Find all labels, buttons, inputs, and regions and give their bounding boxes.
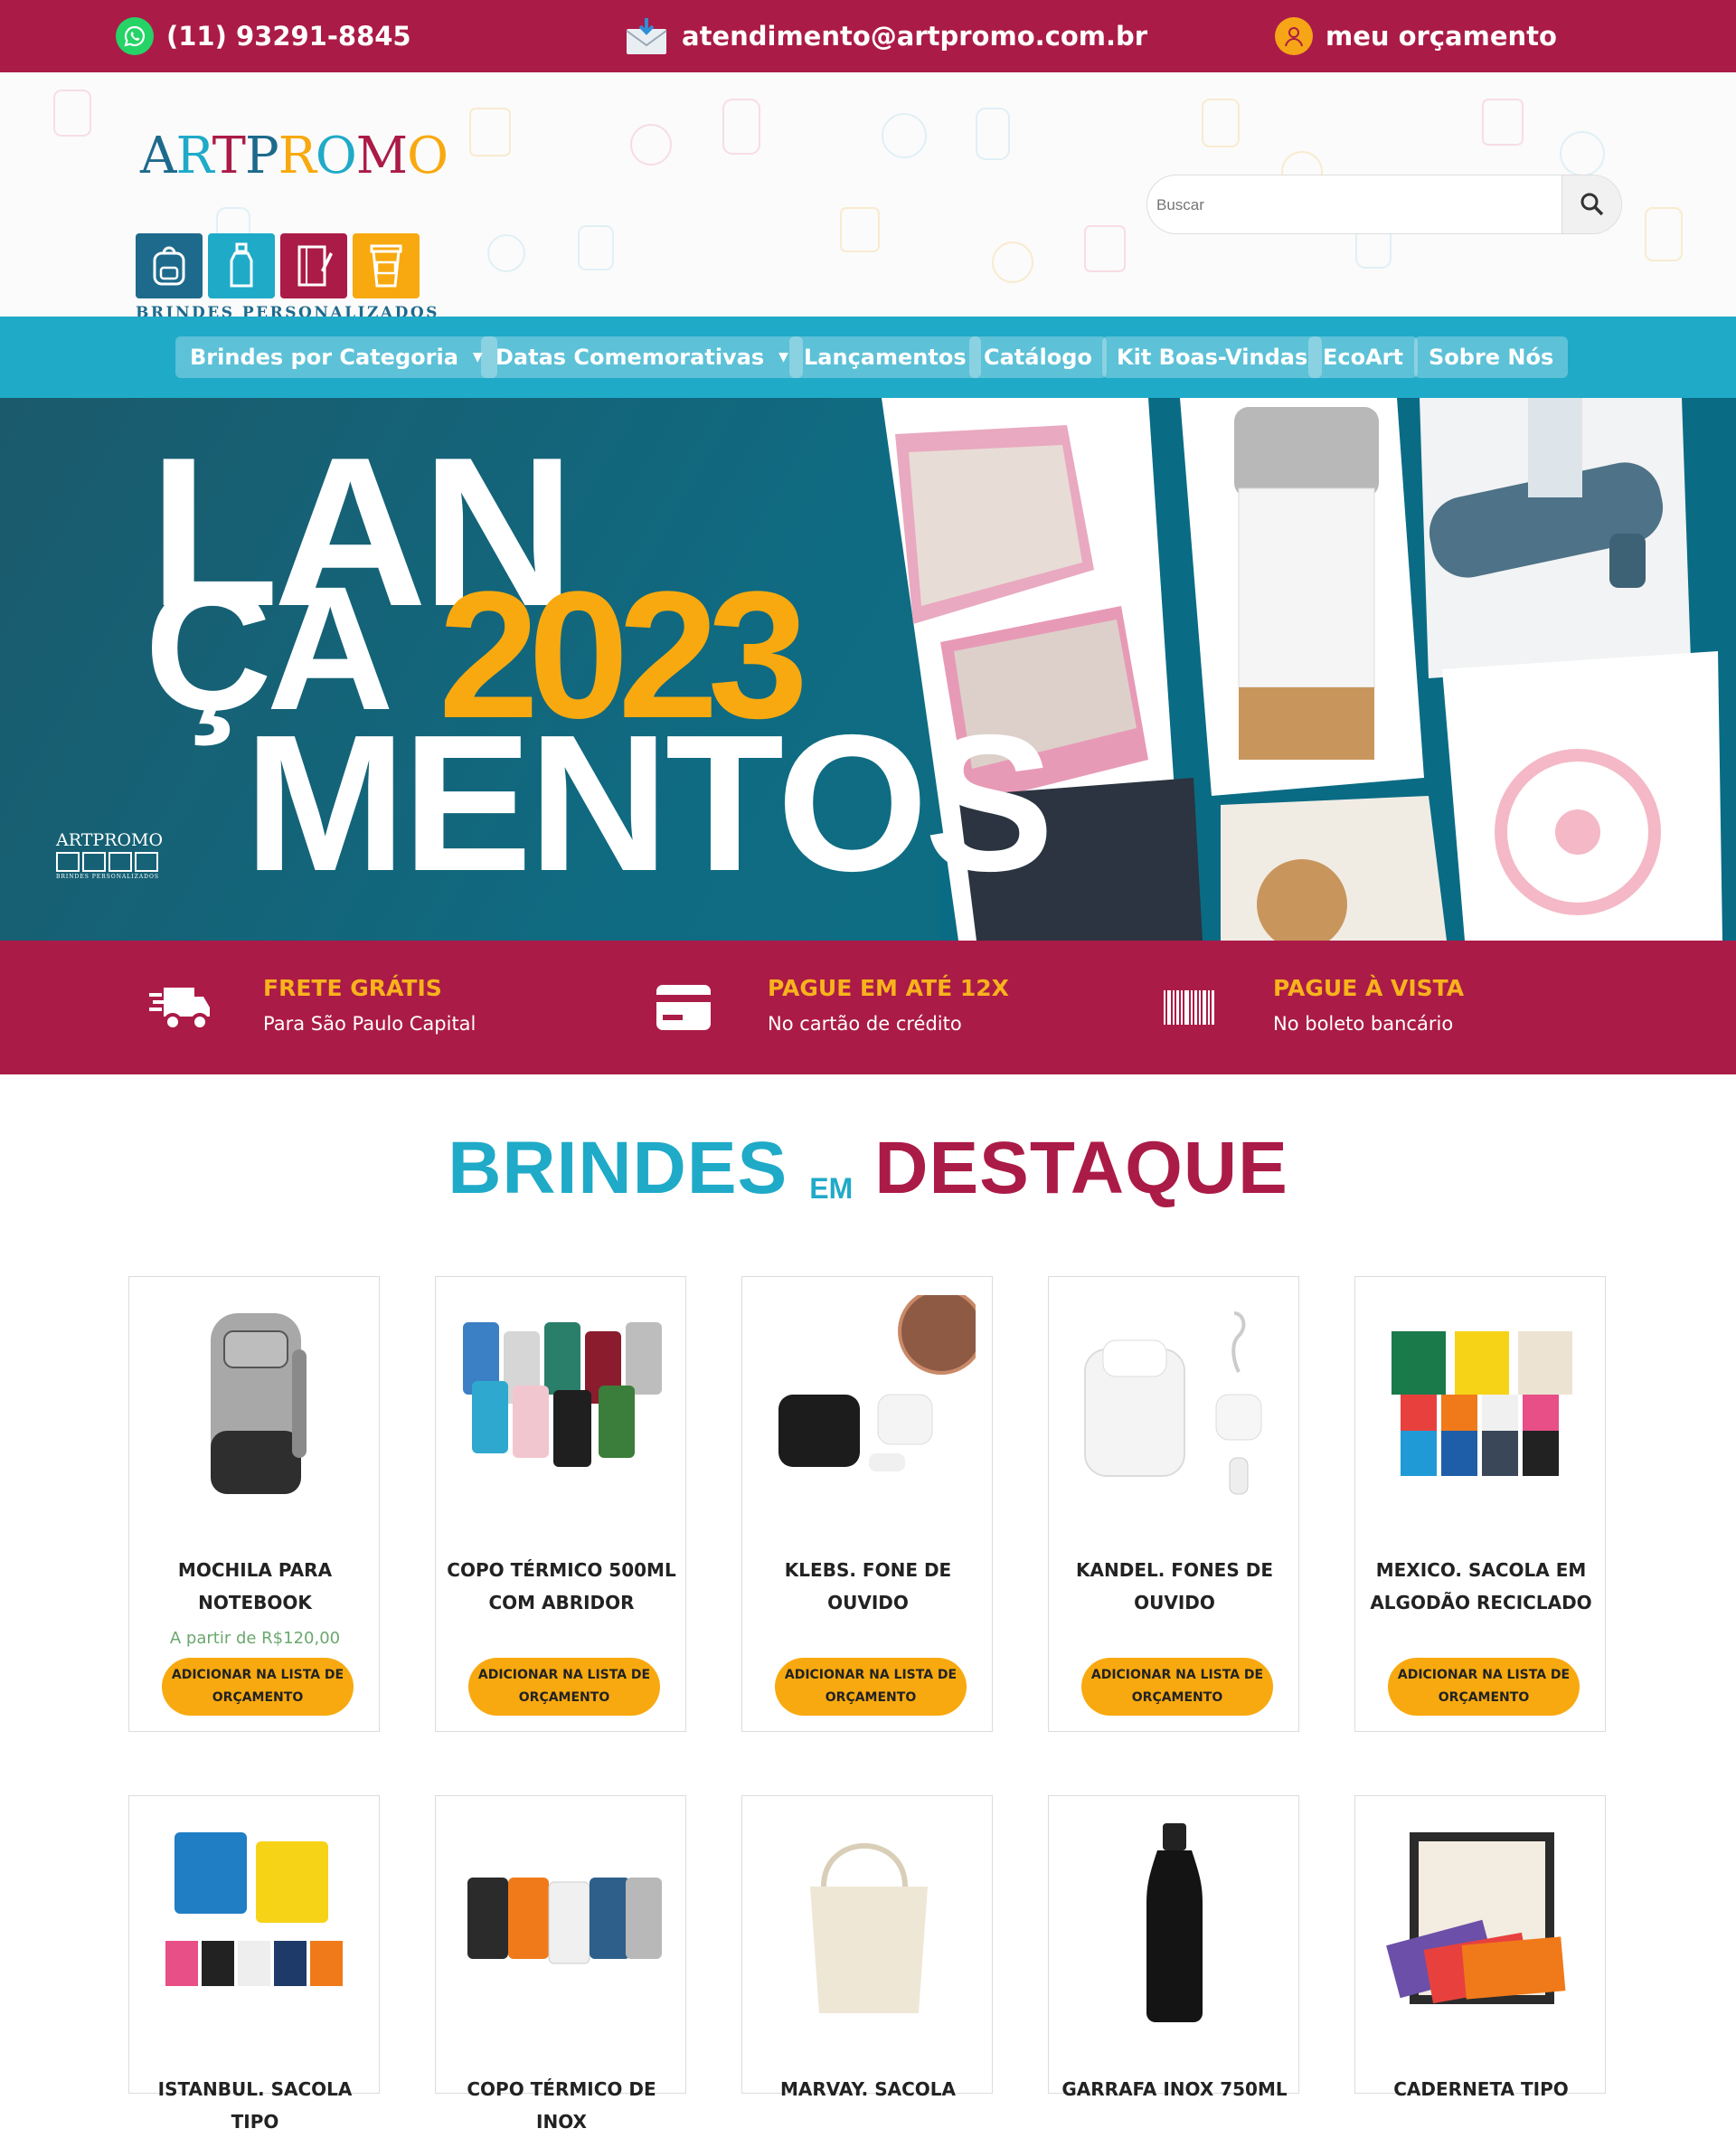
featured-title-word2: EM bbox=[809, 1172, 854, 1206]
banner-logo-tagline: BRINDES PERSONALIZADOS bbox=[56, 874, 159, 880]
nav-item-sobre-nos[interactable]: Sobre Nós bbox=[1414, 336, 1569, 378]
product-name[interactable]: GARRAFA INOX 750ML bbox=[1058, 2073, 1291, 2105]
site-header: ARTPROMO BRINDES PERSONALIZADOS bbox=[0, 72, 1736, 317]
whatsapp-icon bbox=[116, 17, 154, 55]
featured-title: BRINDES EM DESTAQUE bbox=[0, 1126, 1736, 1225]
banner-logo-word: ARTPROMO bbox=[56, 830, 164, 850]
benefits-bar: FRETE GRÁTIS Para São Paulo Capital PAGU… bbox=[0, 941, 1736, 1074]
product-name[interactable]: ISTANBUL. SACOLA TIPO bbox=[138, 2073, 372, 2138]
phone-text: (11) 93291-8845 bbox=[166, 21, 411, 52]
benefit-title: FRETE GRÁTIS bbox=[263, 975, 442, 1001]
product-name[interactable]: MEXICO. SACOLA EM ALGODÃO RECICLADO bbox=[1364, 1554, 1598, 1619]
benefit-title: PAGUE EM ATÉ 12X bbox=[768, 975, 1009, 1001]
notebook-icon bbox=[280, 233, 347, 298]
mail-icon bbox=[624, 17, 669, 55]
nav-item-label: EcoArt bbox=[1323, 345, 1403, 370]
nav-item-label: Sobre Nós bbox=[1429, 345, 1554, 370]
product-name[interactable]: COPO TÉRMICO 500ML COM ABRIDOR bbox=[445, 1554, 678, 1619]
quote-link[interactable]: meu orçamento bbox=[1275, 14, 1557, 58]
logo-tiles bbox=[136, 233, 420, 298]
nav-item-label: Lançamentos bbox=[804, 345, 967, 370]
credit-card-icon bbox=[647, 971, 720, 1044]
search-button[interactable] bbox=[1561, 175, 1621, 233]
add-to-quote-button[interactable]: ADICIONAR NA LISTA DE ORÇAMENTO bbox=[468, 1658, 660, 1716]
benefit-title: PAGUE À VISTA bbox=[1273, 975, 1465, 1001]
banner-logo-tiles bbox=[56, 852, 165, 872]
coffee-cup-icon bbox=[353, 233, 420, 298]
product-image-steel-cups bbox=[467, 1878, 662, 1964]
nav-item-label: Catálogo bbox=[984, 345, 1092, 370]
product-card[interactable]: KANDEL. FONES DE OUVIDO ADICIONAR NA LIS… bbox=[1048, 1276, 1299, 1732]
quote-text: meu orçamento bbox=[1326, 21, 1557, 52]
featured-title-word3: DESTAQUE bbox=[874, 1127, 1288, 1209]
nav-item-catalogo[interactable]: Catálogo bbox=[969, 336, 1107, 378]
nav-item-ecoart[interactable]: EcoArt bbox=[1308, 336, 1418, 378]
benefit-cash-payment: PAGUE À VISTA No boleto bancário bbox=[1153, 966, 1533, 1049]
nav-item-label: Datas Comemorativas bbox=[495, 345, 765, 370]
email-text: atendimento@artpromo.com.br bbox=[682, 21, 1148, 52]
product-image-drawstring-bags bbox=[165, 1832, 343, 1986]
user-icon bbox=[1275, 17, 1313, 55]
product-image-notebooks bbox=[1386, 1832, 1566, 2004]
benefit-subtitle: No cartão de crédito bbox=[768, 1013, 962, 1035]
nav-item-kit-boas-vindas[interactable]: Kit Boas-Vindas bbox=[1102, 336, 1323, 378]
product-card[interactable]: CADERNETA TIPO bbox=[1354, 1795, 1606, 2100]
product-image-steel-bottle bbox=[1146, 1823, 1203, 2022]
product-image-earbuds-white bbox=[1084, 1311, 1262, 1495]
caret-down-icon: ▼ bbox=[778, 350, 788, 364]
logo-wordmark: ARTPROMO bbox=[140, 127, 448, 185]
banner-logo: ARTPROMO BRINDES PERSONALIZADOS bbox=[56, 830, 165, 880]
add-to-quote-button[interactable]: ADICIONAR NA LISTA DE ORÇAMENTO bbox=[1081, 1658, 1273, 1716]
product-card[interactable]: COPO TÉRMICO DE INOX bbox=[435, 1795, 686, 2133]
nav-item-label: Brindes por Categoria bbox=[190, 345, 458, 370]
benefit-installments: PAGUE EM ATÉ 12X No cartão de crédito bbox=[647, 966, 1027, 1049]
add-to-quote-button[interactable]: ADICIONAR NA LISTA DE ORÇAMENTO bbox=[162, 1658, 354, 1716]
product-name[interactable]: COPO TÉRMICO DE INOX bbox=[445, 2073, 678, 2138]
benefit-subtitle: Para São Paulo Capital bbox=[263, 1013, 476, 1035]
add-to-quote-button[interactable]: ADICIONAR NA LISTA DE ORÇAMENTO bbox=[1388, 1658, 1580, 1716]
product-card[interactable]: MARVAY. SACOLA bbox=[741, 1795, 993, 2100]
product-image-canvas-bag bbox=[810, 1843, 928, 2013]
product-name[interactable]: KANDEL. FONES DE OUVIDO bbox=[1058, 1554, 1291, 1619]
featured-title-word1: BRINDES bbox=[448, 1127, 788, 1209]
benefit-free-shipping: FRETE GRÁTIS Para São Paulo Capital bbox=[143, 966, 523, 1049]
product-card[interactable]: KLEBS. FONE DE OUVIDO ADICIONAR NA LISTA… bbox=[741, 1276, 993, 1732]
phone-contact[interactable]: (11) 93291-8845 bbox=[116, 14, 411, 58]
product-price: A partir de R$120,00 bbox=[169, 1629, 341, 1648]
benefit-subtitle: No boleto bancário bbox=[1273, 1013, 1454, 1035]
hero-banner[interactable]: LAN ÇA 2023 MENTOS ARTPROMO BRINDES PERS… bbox=[0, 398, 1736, 941]
bottle-icon bbox=[208, 233, 275, 298]
product-card[interactable]: ISTANBUL. SACOLA TIPO bbox=[128, 1795, 380, 2133]
product-name[interactable]: MARVAY. SACOLA bbox=[751, 2073, 985, 2105]
email-contact[interactable]: atendimento@artpromo.com.br bbox=[624, 14, 1147, 58]
product-name[interactable]: KLEBS. FONE DE OUVIDO bbox=[751, 1554, 985, 1619]
banner-title-line3: MENTOS bbox=[244, 694, 1054, 912]
product-image-tote-bags bbox=[1392, 1331, 1572, 1476]
backpack-icon bbox=[136, 233, 203, 298]
product-card[interactable]: COPO TÉRMICO 500ML COM ABRIDOR ADICIONAR… bbox=[435, 1276, 686, 1732]
product-name[interactable]: CADERNETA TIPO bbox=[1364, 2073, 1598, 2105]
tumbler-icon bbox=[1234, 407, 1379, 760]
search-input[interactable] bbox=[1156, 186, 1554, 224]
product-image-earbuds-black bbox=[778, 1295, 976, 1471]
search-icon bbox=[1580, 193, 1603, 216]
add-to-quote-button[interactable]: ADICIONAR NA LISTA DE ORÇAMENTO bbox=[775, 1658, 967, 1716]
logo-tagline: BRINDES PERSONALIZADOS bbox=[136, 304, 439, 317]
nav-item-label: Kit Boas-Vindas bbox=[1117, 345, 1308, 370]
nav-item-brindes-por-categoria[interactable]: Brindes por Categoria ▼ bbox=[175, 336, 497, 378]
main-nav: Brindes por Categoria ▼ Datas Comemorativ… bbox=[0, 317, 1736, 398]
product-card[interactable]: GARRAFA INOX 750ML bbox=[1048, 1795, 1299, 2100]
product-card[interactable]: MEXICO. SACOLA EM ALGODÃO RECICLADO ADIC… bbox=[1354, 1276, 1606, 1732]
nav-item-datas-comemorativas[interactable]: Datas Comemorativas ▼ bbox=[481, 336, 803, 378]
site-logo[interactable]: ARTPROMO BRINDES PERSONALIZADOS bbox=[136, 127, 448, 317]
barcode-icon bbox=[1153, 971, 1225, 1044]
truck-icon bbox=[143, 971, 215, 1044]
product-image-backpack bbox=[211, 1313, 307, 1494]
top-bar: (11) 93291-8845 atendimento@artpromo.com… bbox=[0, 0, 1736, 72]
nav-item-lancamentos[interactable]: Lançamentos bbox=[789, 336, 981, 378]
search-box bbox=[1146, 175, 1622, 234]
product-card[interactable]: MOCHILA PARA NOTEBOOK A partir de R$120,… bbox=[128, 1276, 380, 1732]
product-image-thermal-cup bbox=[463, 1322, 662, 1467]
product-name[interactable]: MOCHILA PARA NOTEBOOK bbox=[138, 1554, 372, 1619]
